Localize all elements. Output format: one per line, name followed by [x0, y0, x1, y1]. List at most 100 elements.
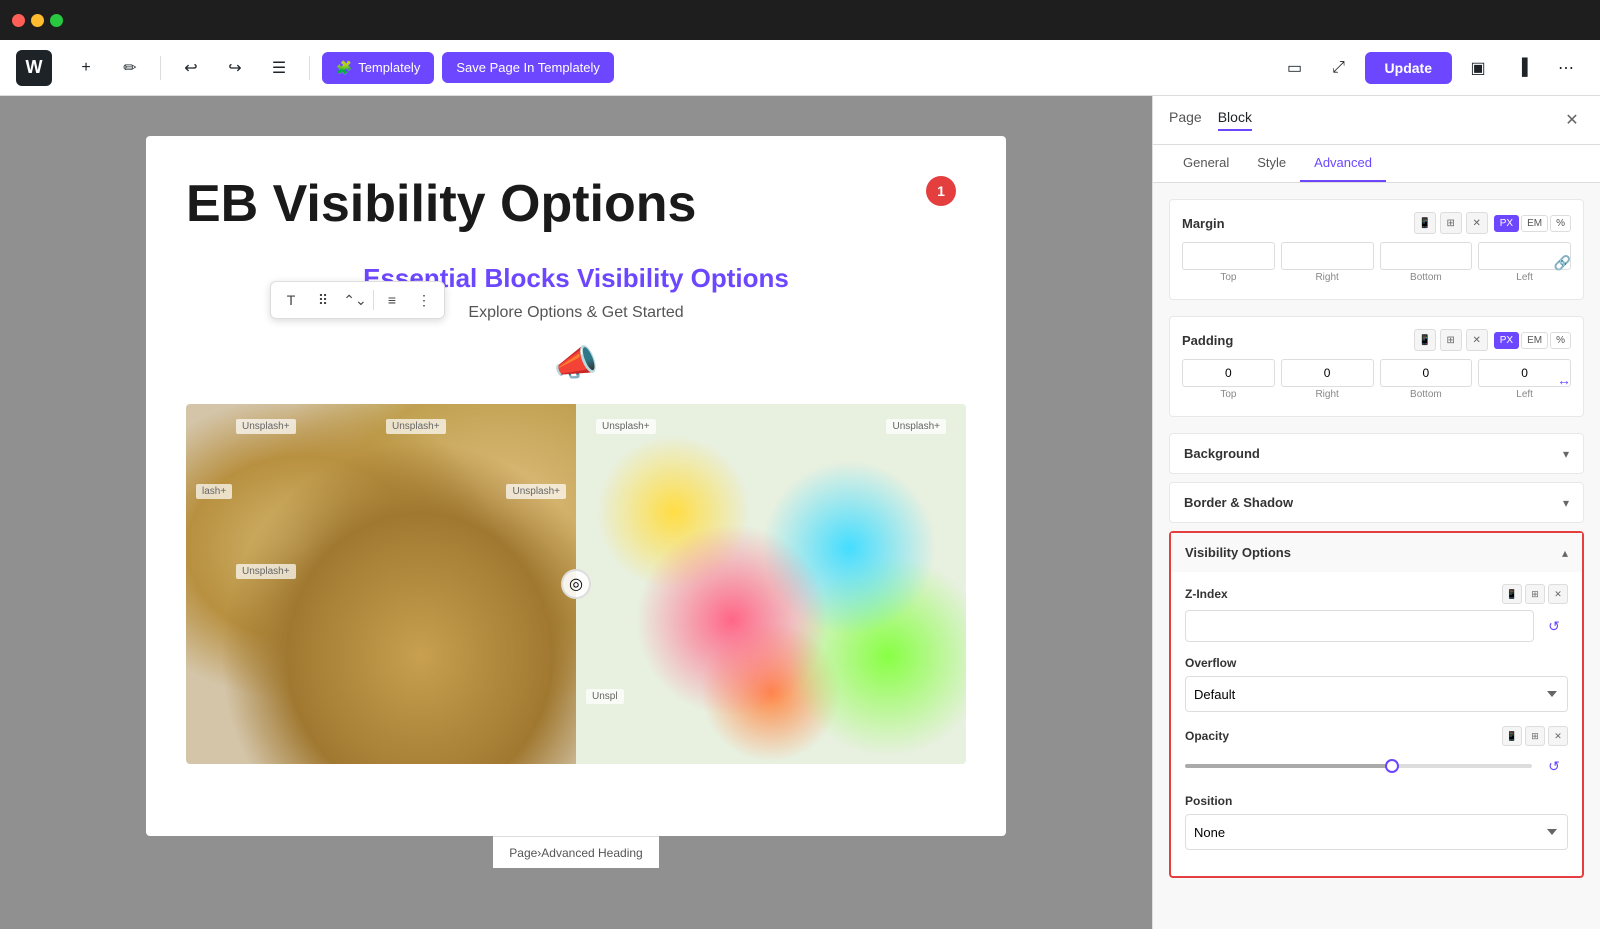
- wp-logo: W: [16, 50, 52, 86]
- opacity-slider[interactable]: [1185, 764, 1532, 768]
- margin-section: Margin 📱 ⊞ ✕ PX EM %: [1169, 199, 1584, 300]
- margin-top-input[interactable]: [1182, 242, 1275, 270]
- block-view-button[interactable]: ▣: [1460, 50, 1496, 86]
- tab-block[interactable]: Block: [1218, 109, 1252, 131]
- opacity-icon-grid[interactable]: ⊞: [1525, 726, 1545, 746]
- margin-bottom-wrap: Bottom: [1380, 242, 1473, 283]
- breadcrumb-page[interactable]: Page: [509, 846, 537, 860]
- redo-button[interactable]: ↪: [217, 50, 253, 86]
- zindex-icon-clear[interactable]: ✕: [1548, 584, 1568, 604]
- padding-unit-em[interactable]: EM: [1521, 332, 1548, 349]
- padding-units: PX EM %: [1494, 332, 1571, 349]
- visibility-title: Visibility Options: [1185, 545, 1291, 560]
- external-link-button[interactable]: ⤢: [1321, 50, 1357, 86]
- desktop-view-button[interactable]: ▭: [1277, 50, 1313, 86]
- padding-inputs-row: Top Right Bottom Left: [1182, 359, 1571, 400]
- block-drag-button[interactable]: ⠿: [309, 286, 337, 314]
- padding-icon-grid[interactable]: ⊞: [1440, 329, 1462, 351]
- breadcrumb-item[interactable]: Advanced Heading: [541, 846, 642, 860]
- margin-icon-grid[interactable]: ⊞: [1440, 212, 1462, 234]
- padding-left-label: Left: [1516, 389, 1533, 400]
- block-align-button[interactable]: ≡: [378, 286, 406, 314]
- subtab-general[interactable]: General: [1169, 145, 1243, 182]
- margin-top-label: Top: [1220, 272, 1236, 283]
- save-templately-button[interactable]: Save Page In Templately: [442, 52, 614, 83]
- subtab-style[interactable]: Style: [1243, 145, 1300, 182]
- opacity-icon-device[interactable]: 📱: [1502, 726, 1522, 746]
- subtab-advanced[interactable]: Advanced: [1300, 145, 1386, 182]
- zindex-icon-grid[interactable]: ⊞: [1525, 584, 1545, 604]
- zindex-icon-device[interactable]: 📱: [1502, 584, 1522, 604]
- margin-inputs: Top Right Bottom Left: [1182, 242, 1571, 283]
- unsplash-label-4: Unsplash+: [506, 484, 566, 499]
- unsplash-label-8: Unspl: [586, 689, 624, 704]
- margin-link-icon[interactable]: 🔗: [1554, 254, 1571, 271]
- border-shadow-header[interactable]: Border & Shadow ▾: [1170, 483, 1583, 522]
- padding-bottom-input[interactable]: [1380, 359, 1473, 387]
- position-select[interactable]: None Relative Absolute Fixed Sticky: [1185, 814, 1568, 850]
- panel-header: Page Block ✕: [1153, 96, 1600, 145]
- padding-link-icon[interactable]: ↔: [1557, 372, 1571, 388]
- tab-page[interactable]: Page: [1169, 109, 1202, 131]
- opacity-icon-group: 📱 ⊞ ✕: [1502, 726, 1568, 746]
- block-type-button[interactable]: T: [277, 286, 305, 314]
- margin-unit-em[interactable]: EM: [1521, 215, 1548, 232]
- undo-button[interactable]: ↩: [173, 50, 209, 86]
- margin-unit-percent[interactable]: %: [1550, 215, 1571, 232]
- maximize-button[interactable]: [50, 14, 63, 27]
- unsplash-label-6: Unsplash+: [886, 419, 946, 434]
- bottom-bar: Page › Advanced Heading: [493, 836, 658, 868]
- nuts-image: [186, 404, 576, 764]
- padding-unit-px[interactable]: PX: [1494, 332, 1519, 349]
- block-more-button[interactable]: ⋮: [410, 286, 438, 314]
- padding-top-input[interactable]: [1182, 359, 1275, 387]
- padding-section: Padding 📱 ⊞ ✕ PX EM %: [1169, 316, 1584, 417]
- edit-button[interactable]: ✏: [112, 50, 148, 86]
- opacity-reset-button[interactable]: ↺: [1540, 752, 1568, 780]
- overflow-label-row: Overflow: [1185, 656, 1568, 670]
- update-button[interactable]: Update: [1365, 52, 1452, 84]
- zindex-reset-button[interactable]: ↺: [1540, 612, 1568, 640]
- opacity-label-row: Opacity 📱 ⊞ ✕: [1185, 726, 1568, 746]
- more-options-button[interactable]: ⋯: [1548, 50, 1584, 86]
- padding-icon-clear[interactable]: ✕: [1466, 329, 1488, 351]
- list-button[interactable]: ☰: [261, 50, 297, 86]
- templately-button[interactable]: 🧩 Templately: [322, 52, 434, 84]
- background-title: Background: [1184, 446, 1260, 461]
- candy-image: [576, 404, 966, 764]
- add-block-button[interactable]: +: [68, 50, 104, 86]
- comparison-handle[interactable]: ◎: [561, 569, 591, 599]
- margin-units: PX EM %: [1494, 215, 1571, 232]
- side-panel: Page Block ✕ General Style Advanced Marg…: [1152, 96, 1600, 929]
- sidebar-toggle-button[interactable]: ▐: [1504, 50, 1540, 86]
- unsplash-label-5: Unsplash+: [236, 564, 296, 579]
- padding-unit-percent[interactable]: %: [1550, 332, 1571, 349]
- panel-body: Margin 📱 ⊞ ✕ PX EM %: [1153, 183, 1600, 929]
- padding-right-input[interactable]: [1281, 359, 1374, 387]
- zindex-label-row: Z-Index 📱 ⊞ ✕: [1185, 584, 1568, 604]
- margin-icon-device[interactable]: 📱: [1414, 212, 1436, 234]
- panel-close-button[interactable]: ✕: [1560, 108, 1584, 132]
- border-shadow-title: Border & Shadow: [1184, 495, 1293, 510]
- margin-icon-clear[interactable]: ✕: [1466, 212, 1488, 234]
- unsplash-label-2: Unsplash+: [386, 419, 446, 434]
- overflow-select[interactable]: Default Hidden Scroll Auto Visible: [1185, 676, 1568, 712]
- visibility-header[interactable]: Visibility Options ▴: [1171, 533, 1582, 572]
- margin-right-input[interactable]: [1281, 242, 1374, 270]
- padding-inputs: Top Right Bottom Left: [1182, 359, 1571, 400]
- padding-icon-device[interactable]: 📱: [1414, 329, 1436, 351]
- zindex-icon-group: 📱 ⊞ ✕: [1502, 584, 1568, 604]
- handle-icon: ◎: [569, 574, 583, 594]
- zindex-field-row: Z-Index 📱 ⊞ ✕ ↺: [1185, 584, 1568, 642]
- opacity-icon-clear[interactable]: ✕: [1548, 726, 1568, 746]
- position-label-row: Position: [1185, 794, 1568, 808]
- block-arrow-button[interactable]: ⌃⌄: [341, 286, 369, 314]
- margin-bottom-input[interactable]: [1380, 242, 1473, 270]
- zindex-input[interactable]: [1185, 610, 1534, 642]
- opacity-slider-wrap: ↺: [1185, 752, 1568, 780]
- close-button[interactable]: [12, 14, 25, 27]
- margin-unit-px[interactable]: PX: [1494, 215, 1519, 232]
- background-header[interactable]: Background ▾: [1170, 434, 1583, 473]
- minimize-button[interactable]: [31, 14, 44, 27]
- image-comparison[interactable]: Unsplash+ Unsplash+ lash+ Unsplash+ Unsp…: [186, 404, 966, 764]
